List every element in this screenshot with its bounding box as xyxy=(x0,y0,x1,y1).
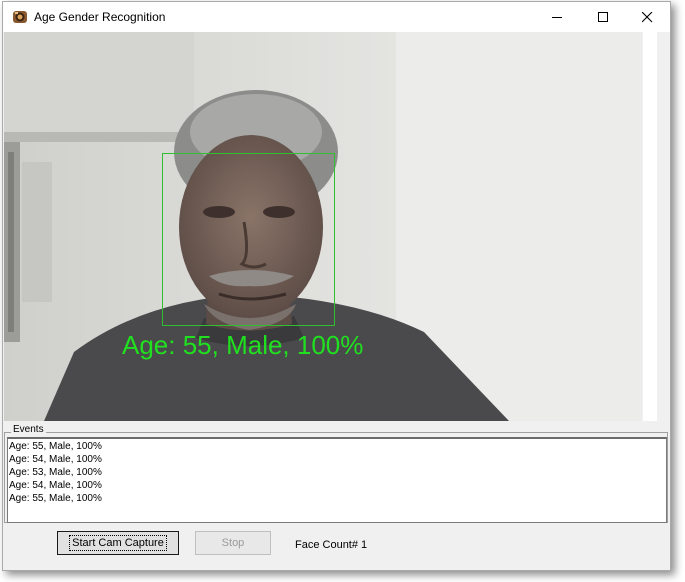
minimize-icon xyxy=(552,17,562,18)
face-detection-box xyxy=(162,153,335,326)
start-cam-capture-button[interactable]: Start Cam Capture xyxy=(57,531,179,555)
list-item[interactable]: Age: 55, Male, 100% xyxy=(9,492,666,505)
app-window: Age Gender Recognition Age: 55, Male, 10… xyxy=(2,1,671,571)
list-item[interactable]: Age: 54, Male, 100% xyxy=(9,479,666,492)
events-legend: Events xyxy=(11,424,46,435)
list-item[interactable]: Age: 54, Male, 100% xyxy=(9,453,666,466)
video-side-strip xyxy=(643,32,657,421)
title-bar[interactable]: Age Gender Recognition xyxy=(3,2,670,32)
stop-button[interactable]: Stop xyxy=(195,531,271,555)
window-edge xyxy=(657,32,670,421)
events-list[interactable]: Age: 55, Male, 100% Age: 54, Male, 100% … xyxy=(7,437,667,523)
start-cam-capture-label: Start Cam Capture xyxy=(69,535,167,551)
minimize-button[interactable] xyxy=(534,2,580,32)
list-item[interactable]: Age: 55, Male, 100% xyxy=(9,440,666,453)
age-gender-overlay: Age: 55, Male, 100% xyxy=(122,330,364,360)
face-count-label: Face Count# 1 xyxy=(295,539,368,551)
camera-app-icon[interactable] xyxy=(12,9,28,25)
close-button[interactable] xyxy=(624,2,670,32)
maximize-icon xyxy=(598,12,608,22)
camera-feed: Age: 55, Male, 100% xyxy=(4,32,642,421)
maximize-button[interactable] xyxy=(580,2,626,32)
events-groupbox: Events Age: 55, Male, 100% Age: 54, Male… xyxy=(4,424,670,524)
close-icon xyxy=(642,12,653,23)
list-item[interactable]: Age: 53, Male, 100% xyxy=(9,466,666,479)
window-title: Age Gender Recognition xyxy=(34,10,166,24)
